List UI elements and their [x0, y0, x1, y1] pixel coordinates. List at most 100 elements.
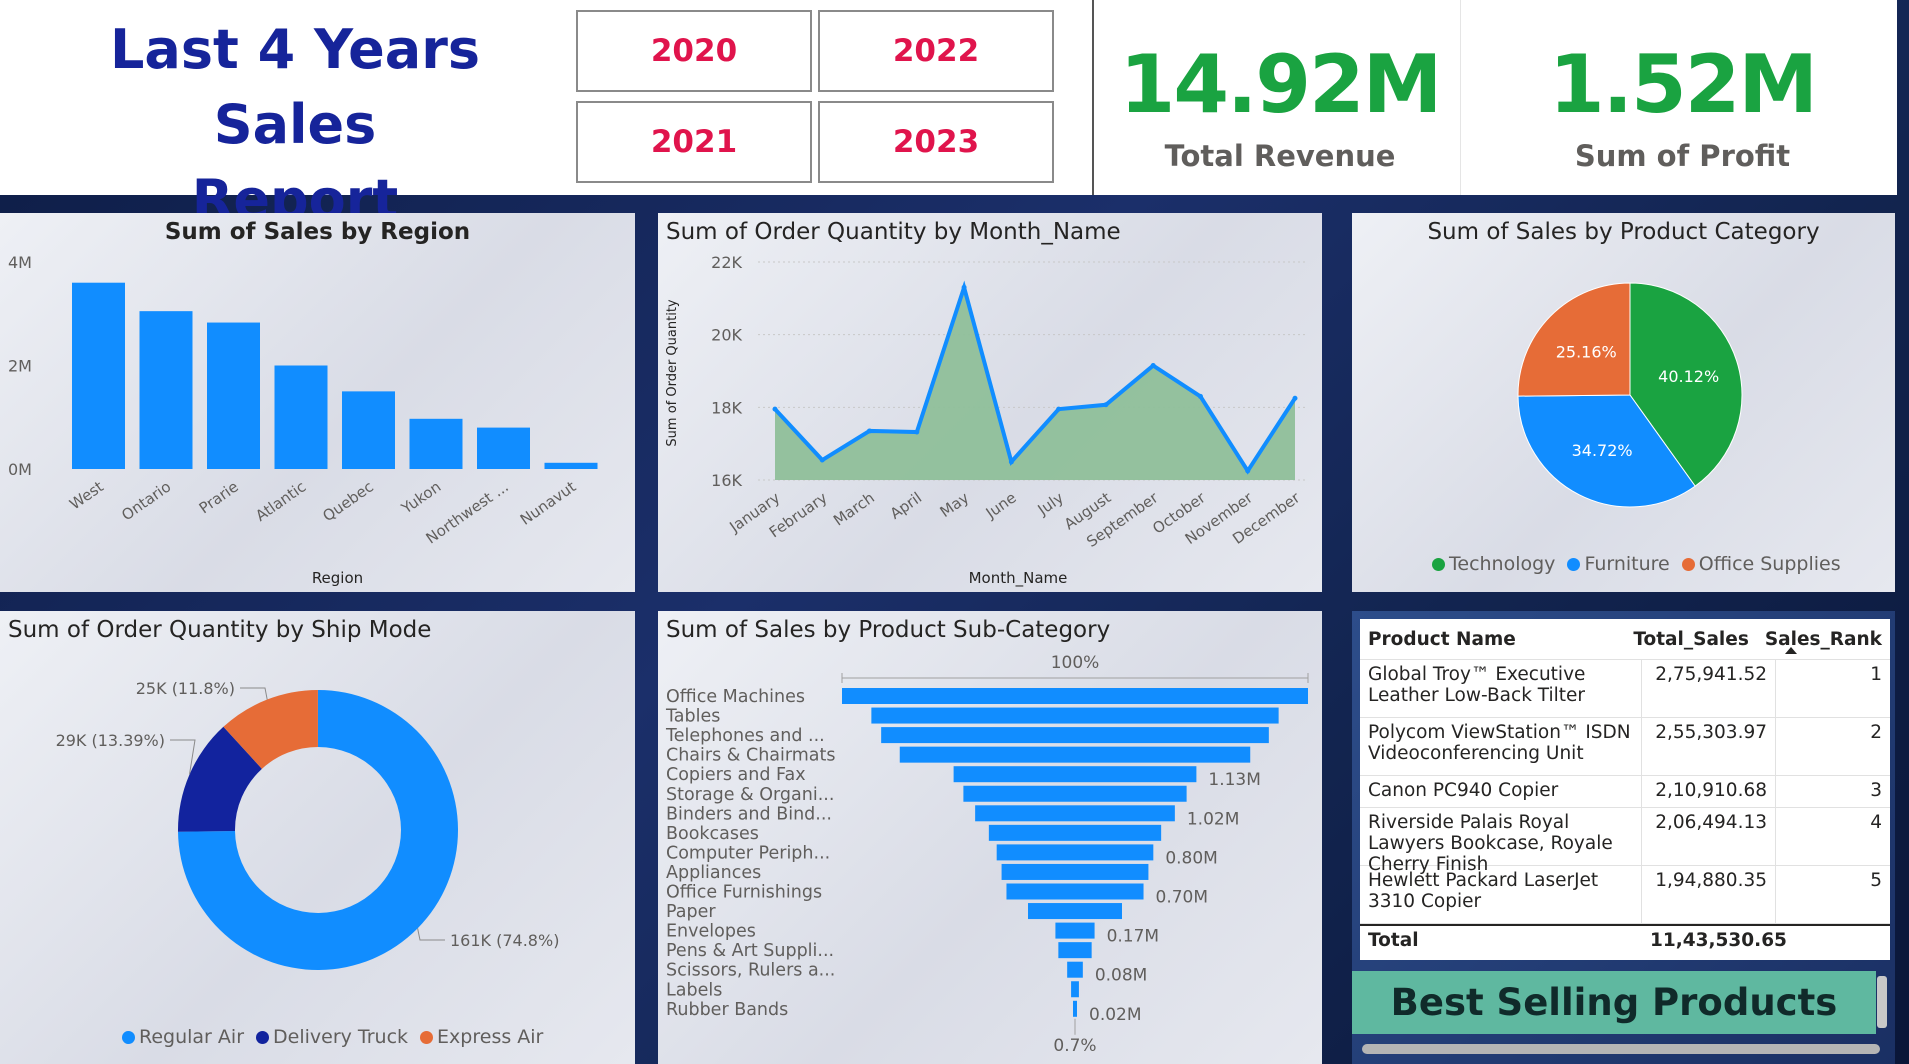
- category-legend: Technology Furniture Office Supplies: [1432, 553, 1841, 575]
- data-point: [819, 457, 825, 463]
- funnel-bar: [881, 727, 1269, 744]
- bar: [409, 418, 463, 469]
- funnel-bar: [871, 707, 1279, 724]
- funnel-bar: [988, 824, 1162, 841]
- table-row[interactable]: Hewlett Packard LaserJet 3310 Copier 1,9…: [1360, 866, 1890, 924]
- vertical-scrollbar[interactable]: [1877, 976, 1887, 1028]
- kpi-total-revenue: 14.92M Total Revenue: [1100, 0, 1460, 195]
- legend-dot-icon: [1432, 557, 1445, 571]
- cell-sales-rank: 4: [1870, 812, 1882, 833]
- column-header-sales-rank[interactable]: Sales_Rank: [1757, 625, 1890, 654]
- cell-total-sales: 1,94,880.35: [1642, 866, 1776, 923]
- legend-item[interactable]: Regular Air: [122, 1026, 244, 1048]
- data-label: 25K (11.8%): [136, 679, 235, 698]
- legend-item[interactable]: Furniture: [1567, 553, 1670, 575]
- legend-dot-icon: [420, 1030, 434, 1044]
- sales-by-category-panel[interactable]: Sum of Sales by Product Category 40.12% 3…: [1352, 213, 1895, 592]
- legend-item[interactable]: Technology: [1432, 553, 1555, 575]
- data-point: [1197, 393, 1203, 399]
- legend-item[interactable]: Office Supplies: [1681, 553, 1841, 575]
- category-label: Appliances: [666, 863, 761, 883]
- x-axis-label: Region: [311, 569, 364, 587]
- funnel-bar: [975, 805, 1175, 822]
- kpi-value: 14.92M: [1119, 38, 1443, 131]
- sort-ascending-icon[interactable]: [1785, 647, 1797, 654]
- legend-item[interactable]: Delivery Truck: [256, 1026, 408, 1048]
- y-tick-label: 22K: [711, 253, 742, 272]
- legend-dot-icon: [1567, 557, 1581, 571]
- table-total-row: Total 11,43,530.65: [1360, 924, 1890, 960]
- data-label: 34.72%: [1572, 441, 1633, 460]
- y-axis-label: Sum of Order Quantity: [665, 299, 680, 447]
- table-row[interactable]: Polycom ViewStation™ ISDN Videoconferenc…: [1360, 718, 1890, 776]
- y-tick-label: 18K: [711, 398, 742, 417]
- data-label: 0.70M: [1156, 888, 1209, 908]
- category-pie-chart[interactable]: 40.12% 34.72% 25.16%: [1352, 213, 1895, 592]
- x-tick-label: June: [982, 489, 1020, 523]
- ship-mode-donut-chart[interactable]: 161K (74.8%) 29K (13.39%) 25K (11.8%): [0, 611, 635, 1064]
- category-label: Chairs & Chairmats: [666, 746, 836, 766]
- best-selling-banner-text: Best Selling Products: [1390, 981, 1838, 1024]
- year-2022-button[interactable]: 2022: [818, 10, 1054, 92]
- kpi-profit: 1.52M Sum of Profit: [1485, 0, 1880, 195]
- legend-label: Delivery Truck: [273, 1026, 409, 1048]
- region-bar-chart[interactable]: 0M 2M 4M West Ontario Prarie Atlantic Quebec Yuk…: [0, 213, 635, 592]
- funnel-bar: [996, 844, 1154, 861]
- table-row[interactable]: Riverside Palais Royal Lawyers Bookcase,…: [1360, 808, 1890, 875]
- legend-dot-icon: [1681, 557, 1695, 571]
- bar: [139, 311, 193, 469]
- month-area-chart[interactable]: 16K18K20K22KSum of Order QuantityJanuary…: [658, 213, 1322, 592]
- data-label: 0.02M: [1089, 1005, 1142, 1025]
- funnel-bar: [1028, 903, 1122, 920]
- category-label: Labels: [666, 980, 722, 1000]
- data-point: [867, 428, 873, 434]
- kpi-label: Sum of Profit: [1574, 139, 1791, 173]
- funnel-bar: [1006, 883, 1144, 900]
- year-2021-button[interactable]: 2021: [576, 101, 812, 183]
- kpi-value: 1.52M: [1549, 38, 1818, 131]
- data-label: 25.16%: [1556, 343, 1617, 362]
- year-2023-button[interactable]: 2023: [818, 101, 1054, 183]
- cell-product-name: Canon PC940 Copier: [1360, 776, 1642, 807]
- category-label: Paper: [666, 902, 716, 922]
- x-tick-label: Prarie: [196, 478, 242, 518]
- cell-total-sales: 2,75,941.52: [1642, 660, 1776, 717]
- year-2020-button[interactable]: 2020: [576, 10, 812, 92]
- x-tick-label: May: [937, 488, 973, 521]
- order-qty-by-month-panel[interactable]: Sum of Order Quantity by Month_Name 16K 1…: [658, 213, 1322, 592]
- total-value: 11,43,530.65: [1650, 930, 1787, 951]
- funnel-bar: [1058, 942, 1092, 959]
- total-rank-empty: [1776, 926, 1890, 960]
- data-point: [1103, 402, 1109, 408]
- data-label: 40.12%: [1658, 367, 1719, 386]
- column-header-total-sales[interactable]: Total_Sales: [1625, 625, 1757, 654]
- sales-by-region-panel[interactable]: Sum of Sales by Region 0M 2M 4M West Ontario…: [0, 213, 635, 592]
- table-row[interactable]: Canon PC940 Copier 2,10,910.68 3: [1360, 776, 1890, 808]
- table-row[interactable]: Global Troy™ Executive Leather Low-Back …: [1360, 660, 1890, 718]
- funnel-bar: [1055, 922, 1095, 939]
- column-header-product-name[interactable]: Product Name: [1360, 625, 1625, 654]
- data-label: 29K (13.39%): [56, 731, 165, 750]
- legend-item[interactable]: Express Air: [420, 1026, 543, 1048]
- header-divider: [1092, 0, 1094, 195]
- x-tick-label: Yukon: [397, 478, 444, 518]
- bar: [544, 462, 598, 469]
- category-label: Tables: [665, 707, 720, 727]
- legend-label: Office Supplies: [1698, 553, 1841, 575]
- category-label: Pens & Art Suppli...: [666, 941, 834, 961]
- horizontal-scrollbar[interactable]: [1362, 1044, 1880, 1054]
- cell-total-sales: 2,55,303.97: [1642, 718, 1776, 775]
- best-selling-table[interactable]: Product Name Total_Sales Sales_Rank Glob…: [1360, 619, 1890, 960]
- category-label: Office Machines: [666, 687, 805, 707]
- x-tick-label: West: [66, 477, 107, 513]
- data-point: [1008, 459, 1014, 465]
- legend-label: Technology: [1449, 553, 1556, 575]
- funnel-bar: [1073, 1000, 1077, 1017]
- order-qty-by-ship-mode-panel[interactable]: Sum of Order Quantity by Ship Mode 161K …: [0, 611, 635, 1064]
- subcategory-funnel-chart[interactable]: 100% Office MachinesTablesTelephones and …: [658, 611, 1322, 1064]
- category-label: Office Furnishings: [666, 883, 822, 903]
- category-label: Telephones and ...: [665, 726, 825, 746]
- legend-label: Regular Air: [139, 1026, 245, 1048]
- sales-by-subcategory-panel[interactable]: Sum of Sales by Product Sub-Category 100…: [658, 611, 1322, 1064]
- cell-sales-rank: 3: [1870, 780, 1882, 801]
